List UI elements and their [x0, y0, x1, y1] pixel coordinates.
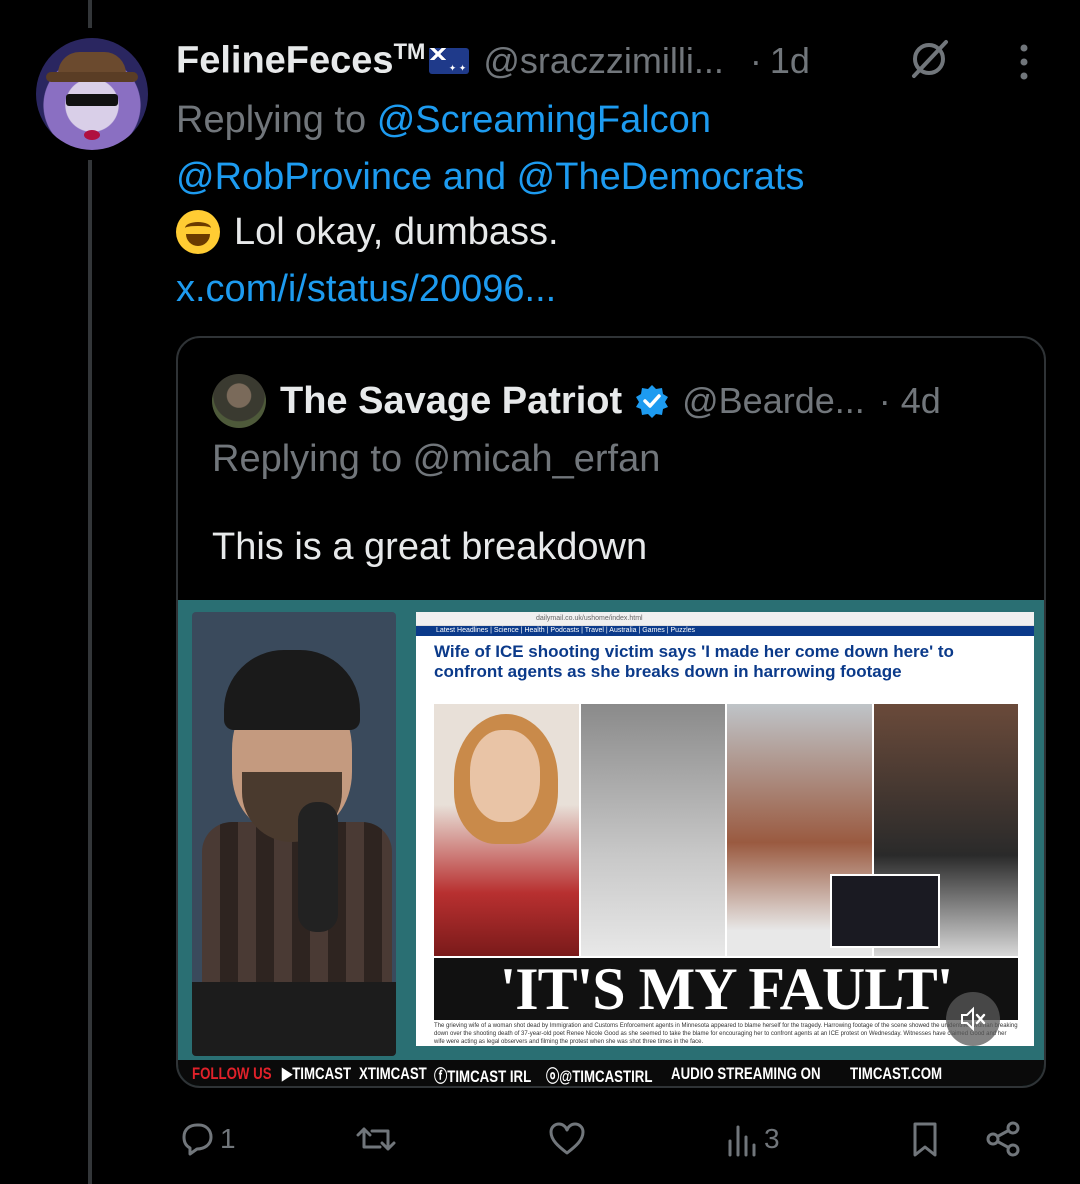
- tweet-text: Lol okay, dumbass.: [176, 210, 559, 254]
- mention-robprovince[interactable]: @RobProvince: [176, 156, 432, 198]
- handle[interactable]: @sraczzimilli...: [483, 40, 724, 82]
- reply-icon: [182, 1123, 213, 1156]
- action-bar: 1 3: [176, 1118, 1036, 1160]
- mention-and[interactable]: and: [443, 156, 506, 198]
- quoted-timestamp[interactable]: · 4d: [879, 380, 941, 422]
- replying-to: Replying to @ScreamingFalcon @RobProvinc…: [176, 99, 805, 198]
- article-photos: [434, 704, 1018, 956]
- australia-flag-icon: [429, 48, 470, 74]
- display-name[interactable]: FelineFecesTM: [176, 39, 425, 83]
- reply-button[interactable]: 1: [176, 1118, 236, 1160]
- mention-screamingfalcon[interactable]: @ScreamingFalcon: [377, 99, 711, 141]
- article-headline: Wife of ICE shooting victim says 'I made…: [434, 642, 954, 681]
- views-icon: [728, 1125, 756, 1157]
- article-nav: Latest Headlines | Science | Health | Po…: [416, 626, 1034, 636]
- browser-bar: dailymail.co.uk/ushome/index.html: [416, 612, 1034, 626]
- views-button[interactable]: 3: [724, 1118, 780, 1160]
- thread-line-lower: [88, 160, 92, 1184]
- video-ticker: FOLLOW US ▶TIMCAST XTIMCAST ⓕTIMCAST IRL…: [178, 1060, 1044, 1086]
- verified-badge-icon: [636, 385, 669, 418]
- article-screenshot: dailymail.co.uk/ushome/index.html Latest…: [416, 612, 1034, 1046]
- quoted-text: This is a great breakdown: [212, 526, 648, 568]
- retweet-button[interactable]: [354, 1118, 398, 1160]
- more-icon[interactable]: [1012, 42, 1036, 82]
- mention-thedemocrats[interactable]: @TheDemocrats: [517, 156, 805, 198]
- retweet-icon: [356, 1127, 396, 1151]
- quoted-replying-to: Replying to @micah_erfan: [212, 438, 661, 480]
- quoted-tweet[interactable]: The Savage Patriot @Bearde... · 4d Reply…: [176, 336, 1046, 1088]
- host-video-panel: [192, 612, 396, 1056]
- like-button[interactable]: [546, 1118, 588, 1160]
- video-media[interactable]: dailymail.co.uk/ushome/index.html Latest…: [178, 600, 1044, 1086]
- like-icon: [549, 1122, 585, 1155]
- mute-icon: [961, 1006, 986, 1032]
- mute-button[interactable]: [946, 992, 1000, 1046]
- article-caption: The grieving wife of a woman shot dead b…: [434, 1023, 1018, 1045]
- avatar[interactable]: [36, 38, 148, 150]
- article-big-quote: 'IT'S MY FAULT': [434, 958, 1018, 1020]
- tweet-header: FelineFecesTM @sraczzimilli... · 1d: [176, 36, 810, 86]
- timestamp[interactable]: 1d: [770, 40, 810, 82]
- quoted-header: The Savage Patriot @Bearde... · 4d: [280, 372, 941, 430]
- separator: ·: [749, 40, 762, 81]
- status-link[interactable]: x.com/i/status/20096...: [176, 268, 556, 311]
- share-button[interactable]: [984, 1118, 1024, 1160]
- grok-icon[interactable]: [906, 36, 952, 82]
- bookmark-button[interactable]: [908, 1118, 942, 1160]
- thread-line-upper: [88, 0, 92, 28]
- quoted-handle[interactable]: @Bearde...: [682, 380, 865, 422]
- bookmark-icon: [913, 1122, 937, 1157]
- quoted-avatar[interactable]: [212, 374, 266, 428]
- share-icon: [986, 1121, 1020, 1157]
- quoted-display-name[interactable]: The Savage Patriot: [280, 380, 622, 423]
- laughing-emoji-icon: [176, 210, 220, 254]
